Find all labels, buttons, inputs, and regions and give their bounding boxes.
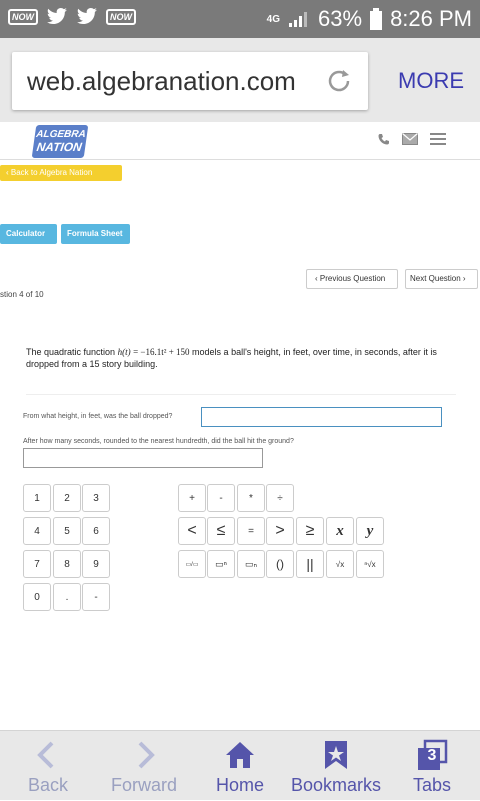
key-negative[interactable]: -	[82, 583, 110, 611]
signal-icon	[289, 12, 308, 27]
back-to-algebra-nation-link[interactable]: ‹ Back to Algebra Nation	[0, 165, 122, 181]
key-equals[interactable]: =	[237, 517, 265, 545]
key-fraction[interactable]: ▭/▭	[178, 550, 206, 578]
key-less-equal[interactable]: ≤	[207, 517, 235, 545]
key-9[interactable]: 9	[82, 550, 110, 578]
key-4[interactable]: 4	[23, 517, 51, 545]
key-greater-than[interactable]: >	[266, 517, 294, 545]
question-counter: stion 4 of 10	[0, 290, 44, 299]
bookmark-icon	[325, 741, 347, 769]
now-notification-icon: NOW	[106, 9, 136, 25]
key-plus[interactable]: +	[178, 484, 206, 512]
clock: 8:26 PM	[390, 6, 472, 31]
answer-input-2[interactable]	[23, 448, 263, 468]
key-exponent[interactable]: ▭ⁿ	[207, 550, 235, 578]
divider	[26, 394, 456, 395]
url-text[interactable]: web.algebranation.com	[27, 66, 297, 97]
tabs-tab[interactable]: 3 Tabs	[384, 731, 480, 801]
previous-question-button[interactable]: ‹ Previous Question	[306, 269, 398, 289]
function-expression: = −16.1t² + 150	[133, 347, 190, 357]
home-tab[interactable]: Home	[192, 731, 288, 801]
question-part-2-label: After how many seconds, rounded to the n…	[23, 438, 294, 445]
key-7[interactable]: 7	[23, 550, 51, 578]
key-less-than[interactable]: <	[178, 517, 206, 545]
key-decimal[interactable]: .	[53, 583, 81, 611]
bookmarks-tab[interactable]: Bookmarks	[288, 731, 384, 801]
key-0[interactable]: 0	[23, 583, 51, 611]
mail-icon[interactable]	[402, 133, 418, 145]
home-icon	[226, 742, 254, 768]
key-6[interactable]: 6	[82, 517, 110, 545]
chevron-left-icon	[37, 741, 54, 769]
chevron-right-icon: ›	[460, 274, 466, 283]
key-absolute-value[interactable]: ||	[296, 550, 324, 578]
forward-tab[interactable]: Forward	[96, 731, 192, 801]
function-name: h(t)	[117, 347, 131, 357]
key-square-root[interactable]: √x	[326, 550, 354, 578]
calculator-icon: ▦	[6, 249, 14, 258]
now-notification-icon: NOW	[8, 9, 38, 25]
next-question-button[interactable]: Next Question ›	[405, 269, 478, 289]
phone-icon[interactable]	[378, 133, 390, 145]
key-subscript[interactable]: ▭ₙ	[237, 550, 265, 578]
key-1[interactable]: 1	[23, 484, 51, 512]
browser-tab-bar: Back Forward Home Bookmarks 3 Tabs	[0, 730, 480, 800]
key-minus[interactable]: -	[207, 484, 235, 512]
reload-icon[interactable]	[324, 66, 354, 96]
answer-input-1[interactable]	[201, 407, 442, 427]
battery-icon	[370, 8, 383, 30]
key-y[interactable]: y	[356, 517, 384, 545]
battery-percent: 63%	[318, 6, 363, 31]
key-2[interactable]: 2	[53, 484, 81, 512]
question-text: The quadratic function h(t) = −16.1t² + …	[26, 347, 437, 369]
status-bar: NOW NOW 4G 63% 8:26 PM	[0, 0, 480, 38]
browser-toolbar: web.algebranation.com MORE	[0, 38, 480, 122]
more-button[interactable]: MORE	[398, 68, 464, 94]
formula-sheet-button[interactable]: Formula Sheet	[61, 224, 130, 244]
key-parentheses[interactable]: ()	[266, 550, 294, 578]
key-greater-equal[interactable]: ≥	[296, 517, 324, 545]
twitter-icon	[47, 8, 67, 25]
chevron-right-icon	[138, 741, 155, 769]
key-3[interactable]: 3	[82, 484, 110, 512]
key-multiply[interactable]: *	[237, 484, 265, 512]
question-part-1-label: From what height, in feet, was the ball …	[23, 413, 173, 420]
site-header: ALGEBRA NATION	[0, 122, 480, 160]
back-tab[interactable]: Back	[0, 731, 96, 801]
address-bar[interactable]: web.algebranation.com	[12, 52, 368, 110]
key-nth-root[interactable]: ⁿ√x	[356, 550, 384, 578]
network-type-label: 4G	[266, 13, 281, 25]
menu-icon[interactable]	[430, 132, 446, 146]
calculator-button[interactable]: Calculator ▦	[0, 224, 57, 258]
tabs-count: 3	[427, 747, 437, 764]
key-x[interactable]: x	[326, 517, 354, 545]
key-8[interactable]: 8	[53, 550, 81, 578]
key-divide[interactable]: ÷	[266, 484, 294, 512]
key-5[interactable]: 5	[53, 517, 81, 545]
twitter-icon	[77, 8, 97, 25]
algebra-nation-logo[interactable]: ALGEBRA NATION	[31, 125, 89, 158]
